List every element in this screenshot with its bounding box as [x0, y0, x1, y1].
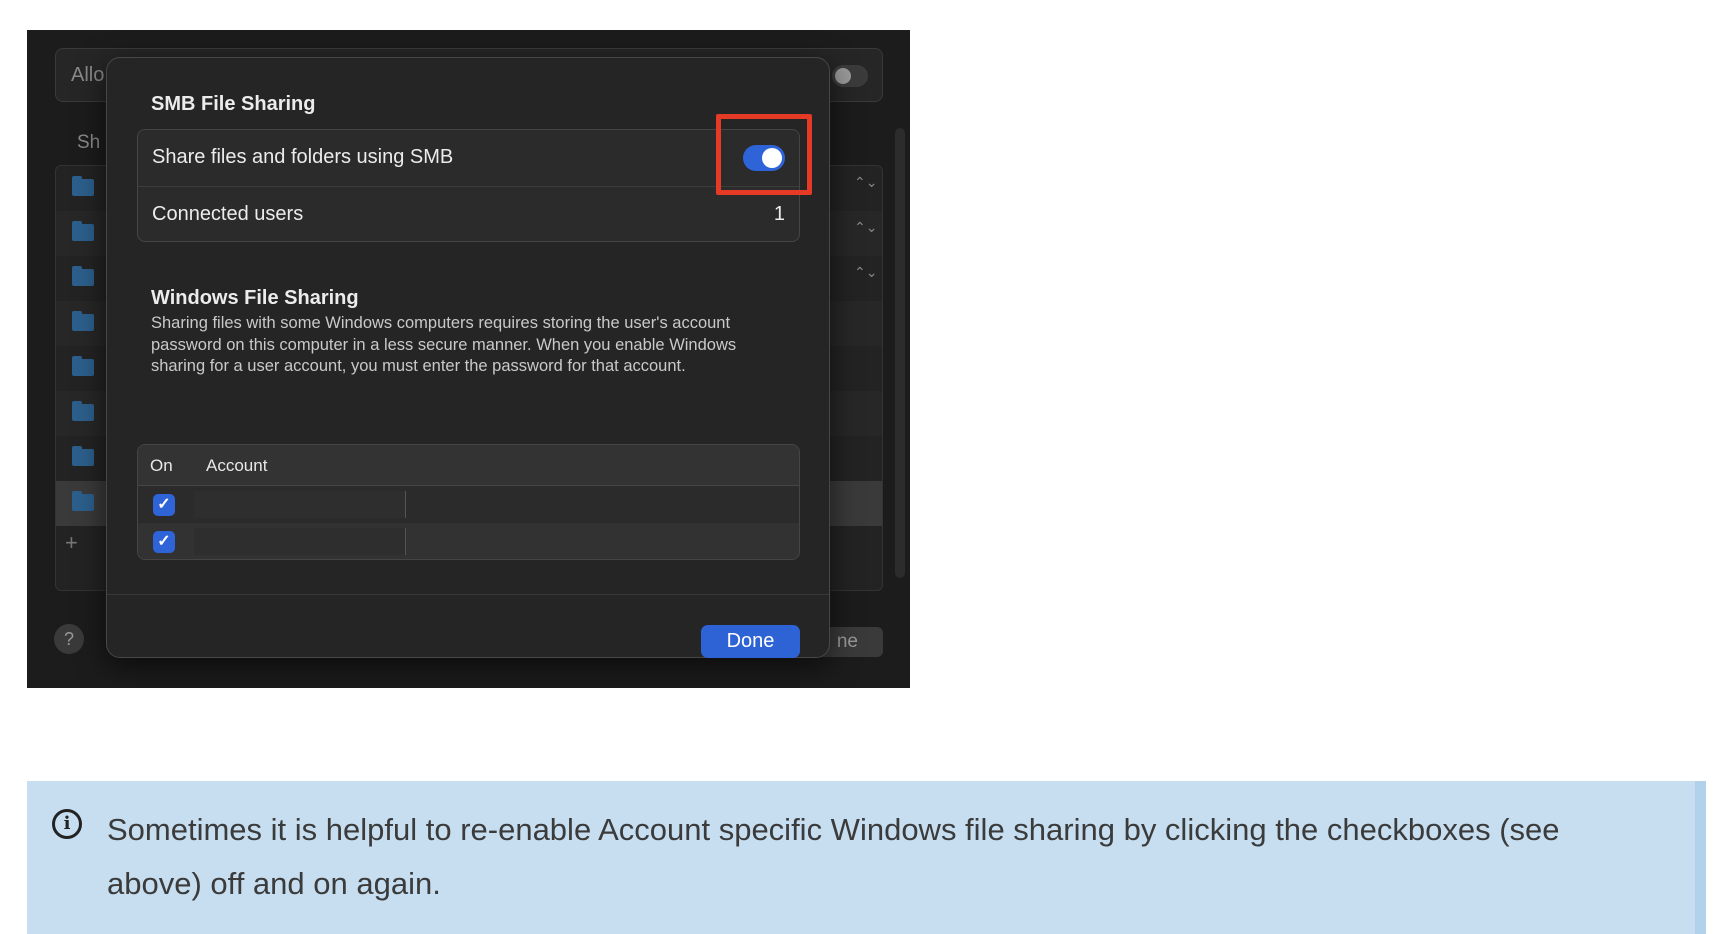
- account-name-redacted: [194, 491, 406, 518]
- shared-folders-label: Sh: [77, 132, 101, 153]
- folder-icon: [72, 221, 94, 241]
- smb-settings-group: Share files and folders using SMB Connec…: [137, 129, 800, 242]
- column-header-account[interactable]: Account: [206, 456, 267, 476]
- folder-icon: [72, 491, 94, 511]
- table-row[interactable]: ✓: [138, 486, 799, 523]
- allow-toggle[interactable]: [832, 65, 868, 87]
- smb-section-title: SMB File Sharing: [151, 93, 316, 115]
- scrollbar[interactable]: [895, 128, 905, 578]
- account-checkbox[interactable]: ✓: [153, 531, 175, 553]
- folder-icon: [72, 401, 94, 421]
- folder-icon: [72, 266, 94, 286]
- allow-setting-label: Allo: [71, 64, 105, 86]
- windows-sharing-description: Sharing files with some Windows computer…: [151, 314, 737, 375]
- connected-users-row: Connected users 1: [138, 186, 799, 242]
- smb-sharing-sheet: SMB File Sharing Share files and folders…: [106, 57, 830, 658]
- folder-icon: [72, 311, 94, 331]
- stepper-icon[interactable]: ⌃⌄: [854, 265, 877, 289]
- share-smb-row: Share files and folders using SMB: [138, 130, 799, 186]
- column-header-on[interactable]: On: [150, 456, 173, 476]
- stepper-icon[interactable]: ⌃⌄: [854, 175, 877, 199]
- screenshot-frame: Allo Sh ⌃⌄ ⌃⌄ ⌃⌄ + ? ne SMB File Sharing…: [27, 30, 910, 688]
- connected-users-count: 1: [773, 203, 785, 225]
- sheet-divider: [107, 594, 829, 595]
- table-row[interactable]: ✓: [138, 523, 799, 559]
- done-button[interactable]: Done: [701, 625, 800, 658]
- help-button[interactable]: ?: [54, 624, 84, 654]
- account-checkbox[interactable]: ✓: [153, 494, 175, 516]
- stepper-icon[interactable]: ⌃⌄: [854, 220, 877, 244]
- folder-icon: [72, 356, 94, 376]
- connected-users-label: Connected users: [152, 203, 304, 225]
- add-folder-button[interactable]: +: [65, 530, 78, 556]
- folder-icon: [72, 176, 94, 196]
- windows-sharing-title: Windows File Sharing: [151, 287, 359, 309]
- folder-icon: [72, 446, 94, 466]
- info-icon: i: [52, 809, 82, 839]
- accounts-table: On Account ✓ ✓: [137, 444, 800, 560]
- toggle-highlight-box: [716, 114, 812, 195]
- info-callout: i Sometimes it is helpful to re-enable A…: [27, 781, 1706, 934]
- share-smb-label: Share files and folders using SMB: [152, 146, 454, 168]
- accounts-table-header: On Account: [138, 445, 799, 486]
- account-name-redacted: [194, 528, 406, 555]
- callout-text: Sometimes it is helpful to re-enable Acc…: [107, 812, 1560, 901]
